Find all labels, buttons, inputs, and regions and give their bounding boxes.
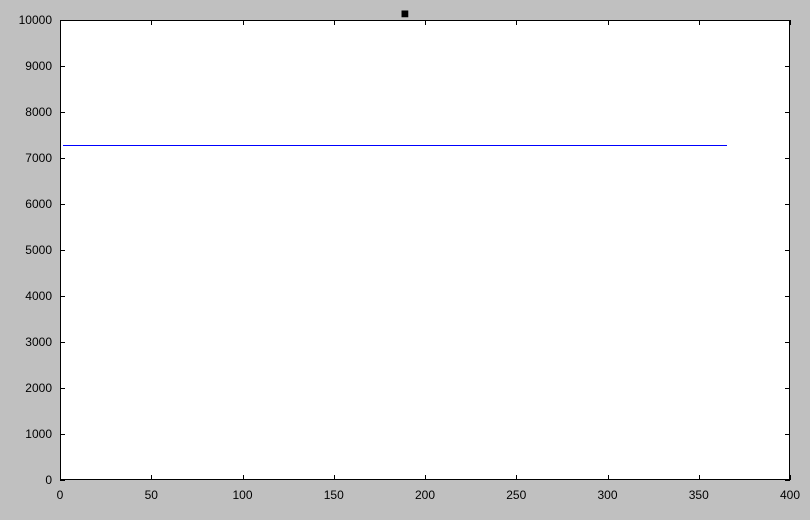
x-tick-label: 350 <box>689 488 709 502</box>
y-tick <box>785 480 790 481</box>
x-tick-label: 0 <box>57 488 64 502</box>
x-tick <box>790 20 791 25</box>
y-tick <box>60 250 65 251</box>
x-tick-label: 50 <box>145 488 158 502</box>
y-tick <box>785 20 790 21</box>
x-tick <box>151 475 152 480</box>
y-tick <box>785 204 790 205</box>
y-tick <box>785 112 790 113</box>
x-tick <box>425 475 426 480</box>
y-tick-label: 2000 <box>12 381 52 395</box>
y-tick <box>60 66 65 67</box>
x-tick-label: 100 <box>232 488 252 502</box>
y-tick <box>785 342 790 343</box>
figure-window: ■ 05010015020025030035040001000200030004… <box>0 0 810 520</box>
y-tick-label: 9000 <box>12 59 52 73</box>
x-tick <box>334 20 335 25</box>
y-tick-label: 7000 <box>12 151 52 165</box>
y-tick-label: 8000 <box>12 105 52 119</box>
y-tick <box>785 250 790 251</box>
y-tick <box>785 296 790 297</box>
y-tick <box>60 158 65 159</box>
y-tick <box>785 158 790 159</box>
x-tick <box>516 20 517 25</box>
x-tick <box>243 20 244 25</box>
y-tick-label: 5000 <box>12 243 52 257</box>
y-tick <box>60 296 65 297</box>
x-tick <box>790 475 791 480</box>
y-tick-label: 0 <box>12 473 52 487</box>
x-tick <box>334 475 335 480</box>
x-tick <box>699 475 700 480</box>
x-tick <box>516 475 517 480</box>
x-tick <box>608 475 609 480</box>
y-tick-label: 4000 <box>12 289 52 303</box>
chart-title-marker: ■ <box>401 5 409 21</box>
x-tick-label: 150 <box>324 488 344 502</box>
x-tick-label: 200 <box>415 488 435 502</box>
y-tick <box>60 480 65 481</box>
y-tick <box>785 388 790 389</box>
y-tick <box>60 342 65 343</box>
data-line-series1 <box>63 145 727 146</box>
y-tick-label: 10000 <box>12 13 52 27</box>
x-tick <box>425 20 426 25</box>
y-tick <box>785 434 790 435</box>
y-tick <box>785 66 790 67</box>
y-tick-label: 3000 <box>12 335 52 349</box>
y-tick <box>60 20 65 21</box>
y-tick <box>60 434 65 435</box>
y-tick <box>60 112 65 113</box>
y-tick-label: 6000 <box>12 197 52 211</box>
x-tick <box>243 475 244 480</box>
axes <box>60 20 790 480</box>
y-tick-label: 1000 <box>12 427 52 441</box>
x-tick-label: 300 <box>597 488 617 502</box>
y-tick <box>60 388 65 389</box>
x-tick-label: 250 <box>506 488 526 502</box>
x-tick <box>608 20 609 25</box>
x-tick-label: 400 <box>780 488 800 502</box>
x-tick <box>699 20 700 25</box>
y-tick <box>60 204 65 205</box>
x-tick <box>151 20 152 25</box>
